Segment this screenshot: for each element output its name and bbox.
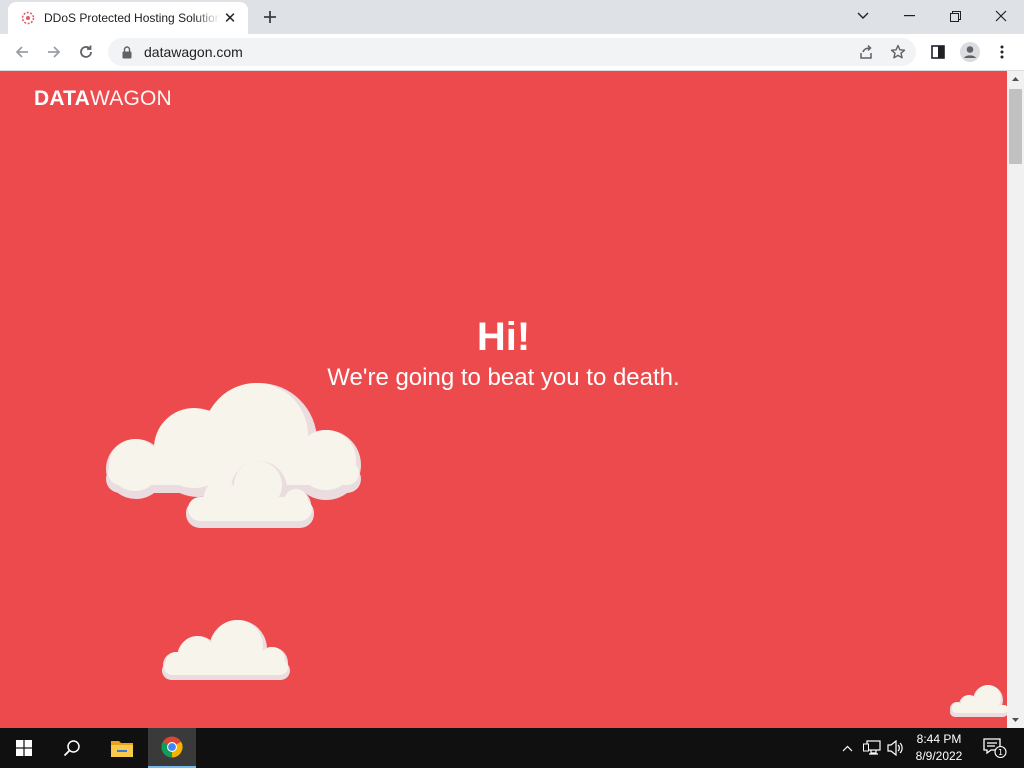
minimize-icon[interactable] (886, 0, 932, 32)
notification-icon[interactable]: 1 (980, 728, 1010, 768)
plus-icon[interactable] (256, 5, 284, 29)
lock-icon[interactable] (120, 45, 134, 59)
scrollbar-thumb[interactable] (1009, 89, 1022, 164)
hero-title: Hi! (476, 315, 531, 359)
close-window-icon[interactable] (978, 0, 1024, 32)
logo-light-text: WAGON (90, 87, 172, 110)
clock-time: 8:44 PM (916, 732, 962, 746)
profile-icon[interactable] (956, 38, 984, 66)
network-icon[interactable] (860, 728, 884, 768)
side-panel-icon[interactable] (924, 38, 952, 66)
restore-icon[interactable] (932, 0, 978, 32)
small-cloud-illustration (162, 620, 290, 680)
favicon-icon (20, 10, 36, 26)
volume-icon[interactable] (884, 728, 908, 768)
page-scrollbar[interactable] (1007, 71, 1024, 728)
forward-icon[interactable] (40, 38, 68, 66)
share-icon[interactable] (856, 42, 876, 62)
search-icon[interactable] (48, 728, 96, 768)
browser-toolbar: datawagon.com (0, 34, 1024, 71)
windows-start-icon[interactable] (0, 728, 48, 768)
logo-bold-text: DATA (34, 87, 91, 110)
tab-title: DDoS Protected Hosting Solutions (44, 11, 220, 25)
clock-date: 8/9/2022 (915, 749, 963, 763)
reload-icon[interactable] (72, 38, 100, 66)
chevron-down-icon[interactable] (840, 0, 886, 32)
browser-tab[interactable]: DDoS Protected Hosting Solutions ✕ (8, 2, 248, 34)
system-clock[interactable]: 8:44 PM 8/9/2022 (908, 731, 970, 765)
scroll-down-arrow[interactable] (1007, 712, 1024, 728)
site-logo[interactable]: DATAWAGON (34, 87, 172, 111)
star-icon[interactable] (888, 42, 908, 62)
close-icon[interactable]: ✕ (220, 8, 240, 28)
menu-icon[interactable] (988, 38, 1016, 66)
back-icon[interactable] (8, 38, 36, 66)
tiny-cloud-illustration (950, 685, 1007, 717)
url-text[interactable]: datawagon.com (144, 44, 243, 60)
tab-strip: DDoS Protected Hosting Solutions ✕ (0, 0, 1024, 34)
windows-taskbar: 8:44 PM 8/9/2022 1 (0, 728, 1024, 768)
large-cloud-illustration (106, 383, 361, 528)
page-content: DATAWAGON Hi! We're going to beat you to… (0, 71, 1007, 728)
chrome-icon[interactable] (148, 728, 196, 768)
notification-count: 1 (998, 748, 1003, 757)
file-explorer-icon[interactable] (98, 728, 146, 768)
address-bar[interactable]: datawagon.com (108, 38, 916, 66)
chevron-up-icon[interactable] (836, 728, 858, 768)
scroll-up-arrow[interactable] (1007, 71, 1024, 87)
